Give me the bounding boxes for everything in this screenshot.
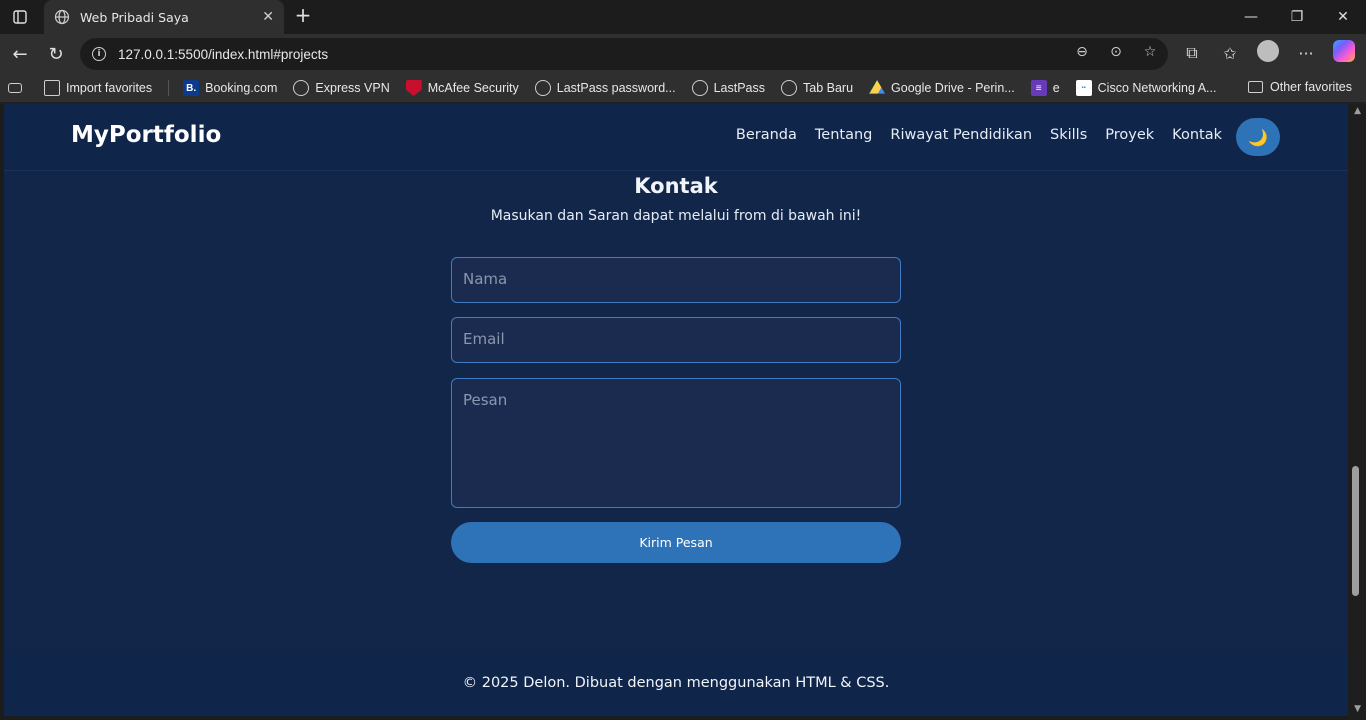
favorite-booking[interactable]: B. Booking.com [183, 80, 277, 96]
favorite-label: Import favorites [66, 81, 153, 95]
globe-icon [691, 80, 708, 96]
site-menu: Beranda Tentang Riwayat Pendidikan Skill… [736, 127, 1222, 143]
scroll-up-icon[interactable]: ▲ [1354, 106, 1361, 116]
mcafee-icon [405, 80, 422, 96]
scroll-down-icon[interactable]: ▼ [1354, 704, 1361, 714]
zoom-icon[interactable]: ⊖ [1072, 44, 1092, 60]
name-placeholder: Nama [463, 270, 508, 288]
email-placeholder: Email [463, 330, 505, 348]
globe-icon [781, 80, 797, 96]
booking-icon: B. [183, 80, 200, 96]
favorite-label: e [1052, 81, 1060, 95]
nav-link-tentang[interactable]: Tentang [815, 127, 872, 143]
footer-text: © 2025 Delon. Dibuat dengan menggunakan … [462, 675, 890, 691]
moon-icon: 🌙 [1248, 127, 1268, 147]
address-bar[interactable]: i 127.0.0.1:5500/index.html#projects ⊖ ⊙… [80, 38, 1168, 70]
site-info-icon[interactable]: i [92, 47, 106, 61]
other-favorites-folder[interactable]: Other favorites [1248, 80, 1352, 94]
message-placeholder: Pesan [463, 391, 508, 409]
favorite-lastpass[interactable]: LastPass [691, 80, 765, 96]
tab-strip: Web Pribadi Saya ✕ + — ❐ ✕ [0, 0, 1366, 34]
favorite-cisco[interactable]: ▪▪ Cisco Networking A... [1075, 80, 1217, 96]
folder-icon [1248, 81, 1264, 93]
nav-link-riwayat-pendidikan[interactable]: Riwayat Pendidikan [890, 127, 1032, 143]
favorites-icon[interactable]: ✩ [1218, 44, 1242, 63]
divider [168, 80, 170, 96]
restore-button[interactable]: ❐ [1274, 0, 1320, 34]
cisco-icon: ▪▪ [1075, 80, 1092, 96]
other-favorites-label: Other favorites [1270, 80, 1352, 94]
send-message-button[interactable]: Kirim Pesan [451, 522, 901, 563]
tab-title: Web Pribadi Saya [80, 9, 189, 25]
site-logo[interactable]: MyPortfolio [71, 122, 221, 148]
page-scrollbar[interactable] [1348, 104, 1366, 720]
globe-icon [534, 80, 551, 96]
favorite-label: Booking.com [205, 81, 278, 95]
site-footer: © 2025 Delon. Dibuat dengan menggunakan … [4, 650, 1348, 716]
message-textarea[interactable]: Pesan [451, 378, 901, 508]
favorite-label: McAfee Security [427, 81, 519, 95]
close-window-button[interactable]: ✕ [1320, 0, 1366, 34]
favorite-label: Tab Baru [803, 81, 854, 95]
active-tab[interactable]: Web Pribadi Saya ✕ [44, 0, 284, 34]
nav-link-kontak[interactable]: Kontak [1172, 127, 1222, 143]
favorite-import[interactable]: Import favorites [44, 80, 152, 96]
profile-avatar[interactable] [1256, 40, 1280, 66]
globe-icon [54, 9, 70, 25]
favorite-label: Google Drive - Perin... [891, 81, 1015, 95]
browser-chrome: Web Pribadi Saya ✕ + — ❐ ✕ ← ↻ i 127.0.0… [0, 0, 1366, 104]
favorites-bar: Import favorites B. Booking.com Express V… [0, 74, 1366, 102]
favorite-forms[interactable]: ≡ e [1030, 80, 1060, 96]
favorite-lastpass-manager[interactable]: LastPass password... [534, 80, 676, 96]
favorite-label: LastPass password... [556, 81, 676, 95]
more-menu-icon[interactable]: ··· [1294, 44, 1318, 63]
favorite-star-icon[interactable]: ☆ [1140, 44, 1160, 60]
address-toolbar: ← ↻ i 127.0.0.1:5500/index.html#projects… [0, 34, 1366, 74]
name-input[interactable]: Nama [451, 257, 901, 303]
url-text[interactable]: 127.0.0.1:5500/index.html#projects [118, 47, 328, 62]
theme-toggle-button[interactable]: 🌙 [1236, 118, 1280, 156]
nav-link-skills[interactable]: Skills [1050, 127, 1087, 143]
email-input[interactable]: Email [451, 317, 901, 363]
contact-subtitle: Masukan dan Saran dapat melalui from di … [490, 208, 862, 224]
tab-actions-icon [13, 10, 27, 24]
nav-link-beranda[interactable]: Beranda [736, 127, 797, 143]
favorite-tab-baru[interactable]: Tab Baru [781, 80, 853, 96]
site-navbar: MyPortfolio Beranda Tentang Riwayat Pend… [4, 104, 1348, 170]
favorite-mcafee[interactable]: McAfee Security [405, 80, 519, 96]
favorite-expressvpn[interactable]: Express VPN [293, 80, 390, 96]
nav-link-proyek[interactable]: Proyek [1105, 127, 1154, 143]
back-icon[interactable]: ← [8, 42, 32, 66]
copilot-icon[interactable] [1332, 40, 1356, 66]
new-tab-button[interactable]: + [292, 5, 314, 27]
minimize-button[interactable]: — [1228, 0, 1274, 34]
close-tab-icon[interactable]: ✕ [262, 9, 274, 25]
favorite-label: Express VPN [315, 81, 390, 95]
collections-icon[interactable] [8, 83, 28, 93]
tab-actions-button[interactable] [8, 6, 32, 28]
favorite-label: Cisco Networking A... [1097, 81, 1217, 95]
import-icon [44, 80, 60, 96]
favorite-google-drive[interactable]: Google Drive - Perin... [869, 80, 1015, 96]
scrollbar-thumb[interactable] [1352, 466, 1359, 596]
reload-icon[interactable]: ↻ [44, 42, 68, 66]
globe-icon [293, 80, 310, 96]
forms-icon: ≡ [1030, 80, 1047, 96]
extensions-icon[interactable]: ⧉ [1180, 43, 1204, 63]
page-viewport: MyPortfolio Beranda Tentang Riwayat Pend… [4, 104, 1348, 716]
read-aloud-icon[interactable]: ⊙ [1106, 44, 1126, 60]
contact-title: Kontak [634, 174, 718, 198]
favorite-label: LastPass [713, 81, 765, 95]
google-drive-icon [869, 80, 886, 94]
